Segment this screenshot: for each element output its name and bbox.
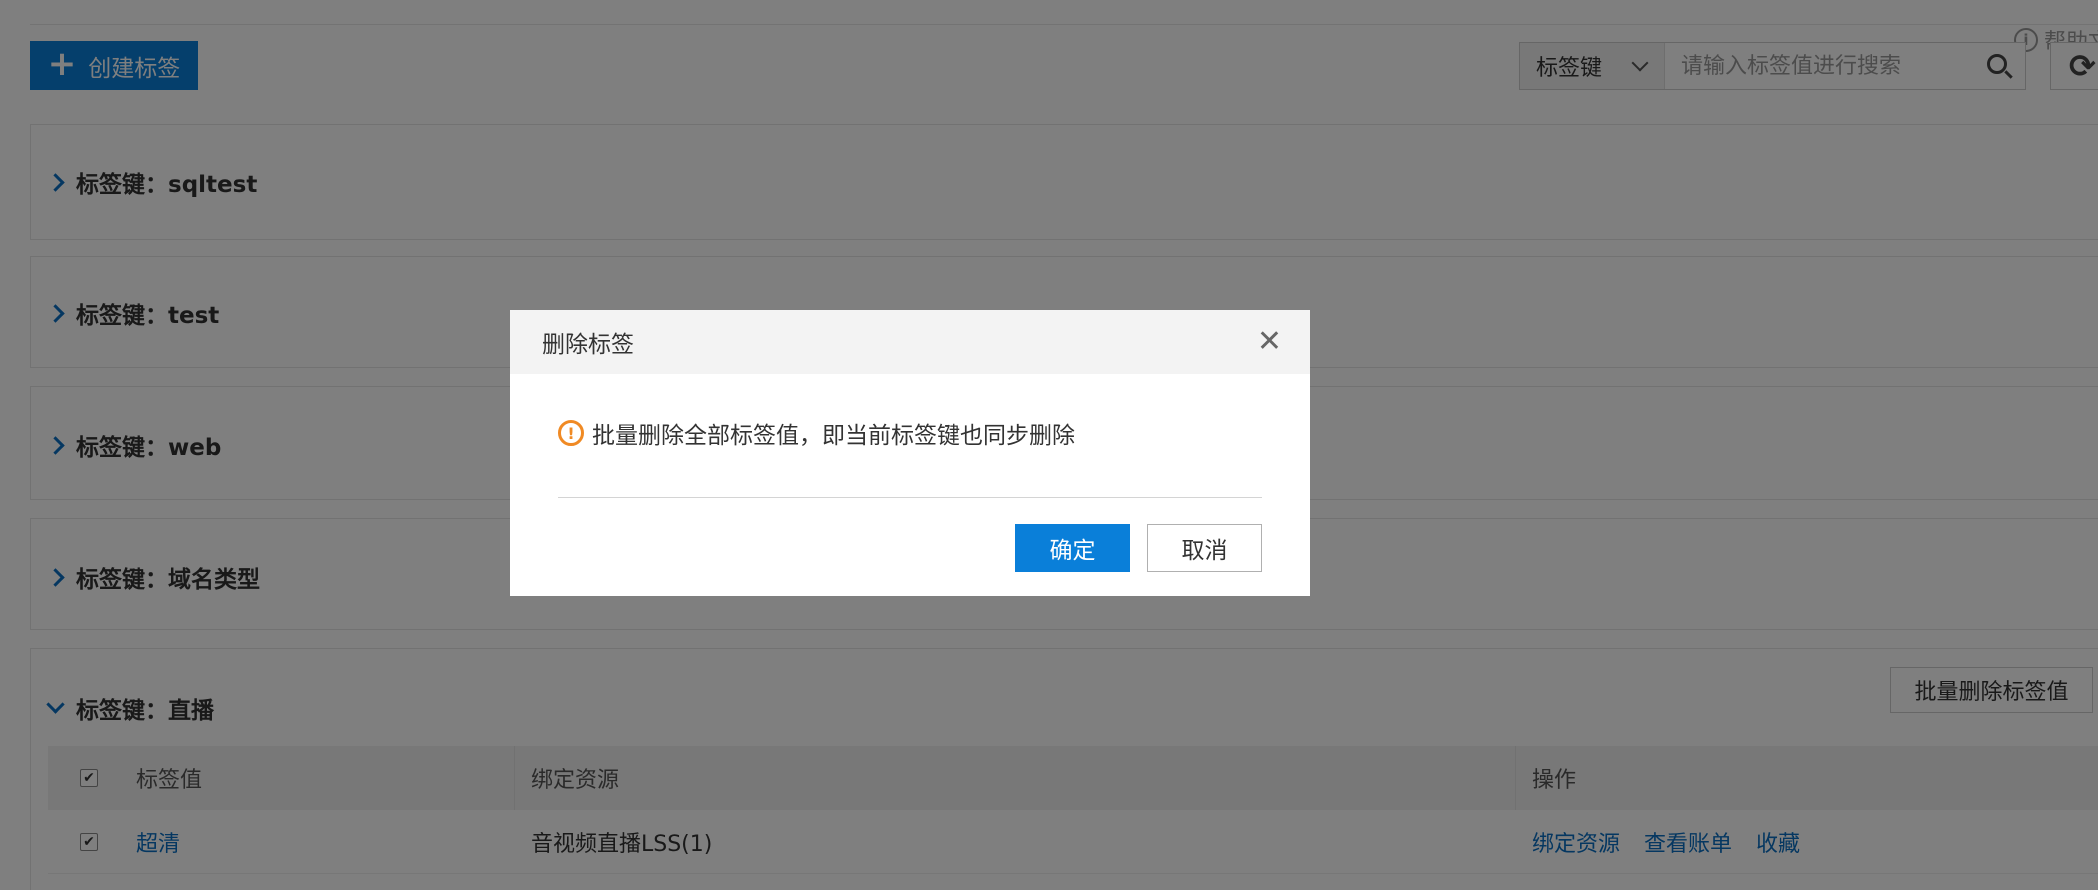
dialog-message: ! 批量删除全部标签值，即当前标签键也同步删除: [558, 416, 1075, 450]
close-icon[interactable]: ✕: [1257, 327, 1282, 357]
confirm-button[interactable]: 确定: [1015, 524, 1130, 572]
dialog-title: 删除标签: [542, 332, 634, 358]
warning-icon: !: [558, 420, 584, 446]
dialog-header: 删除标签 ✕: [510, 310, 1310, 374]
cancel-button[interactable]: 取消: [1147, 524, 1262, 572]
delete-tag-dialog: 删除标签 ✕ ! 批量删除全部标签值，即当前标签键也同步删除 确定 取消: [510, 310, 1310, 596]
dialog-message-text: 批量删除全部标签值，即当前标签键也同步删除: [592, 423, 1075, 449]
dialog-divider: [558, 497, 1262, 498]
